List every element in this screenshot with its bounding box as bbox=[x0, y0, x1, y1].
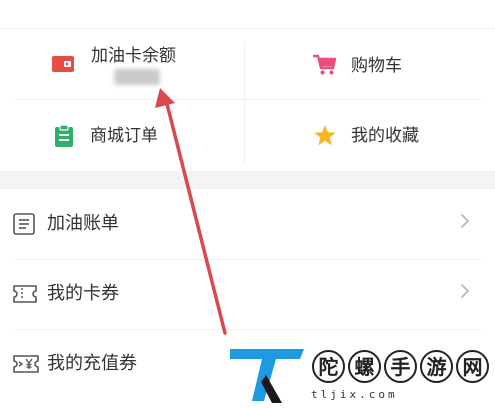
profile-screen: 加油卡余额 购物车 商城订单 我的收藏 加油账单 我的卡券 我的充值券 陀 螺 … bbox=[0, 0, 495, 408]
arrow-head bbox=[155, 88, 175, 108]
watermark-url: tljix.com bbox=[311, 388, 398, 401]
watermark-char: 网 bbox=[456, 350, 489, 383]
watermark-char: 螺 bbox=[348, 350, 381, 383]
watermark-brand: 陀 螺 手 游 网 bbox=[312, 350, 489, 383]
watermark-logo-icon bbox=[230, 349, 304, 403]
watermark-char: 陀 bbox=[312, 350, 345, 383]
watermark-char: 手 bbox=[384, 350, 417, 383]
watermark-char: 游 bbox=[420, 350, 453, 383]
